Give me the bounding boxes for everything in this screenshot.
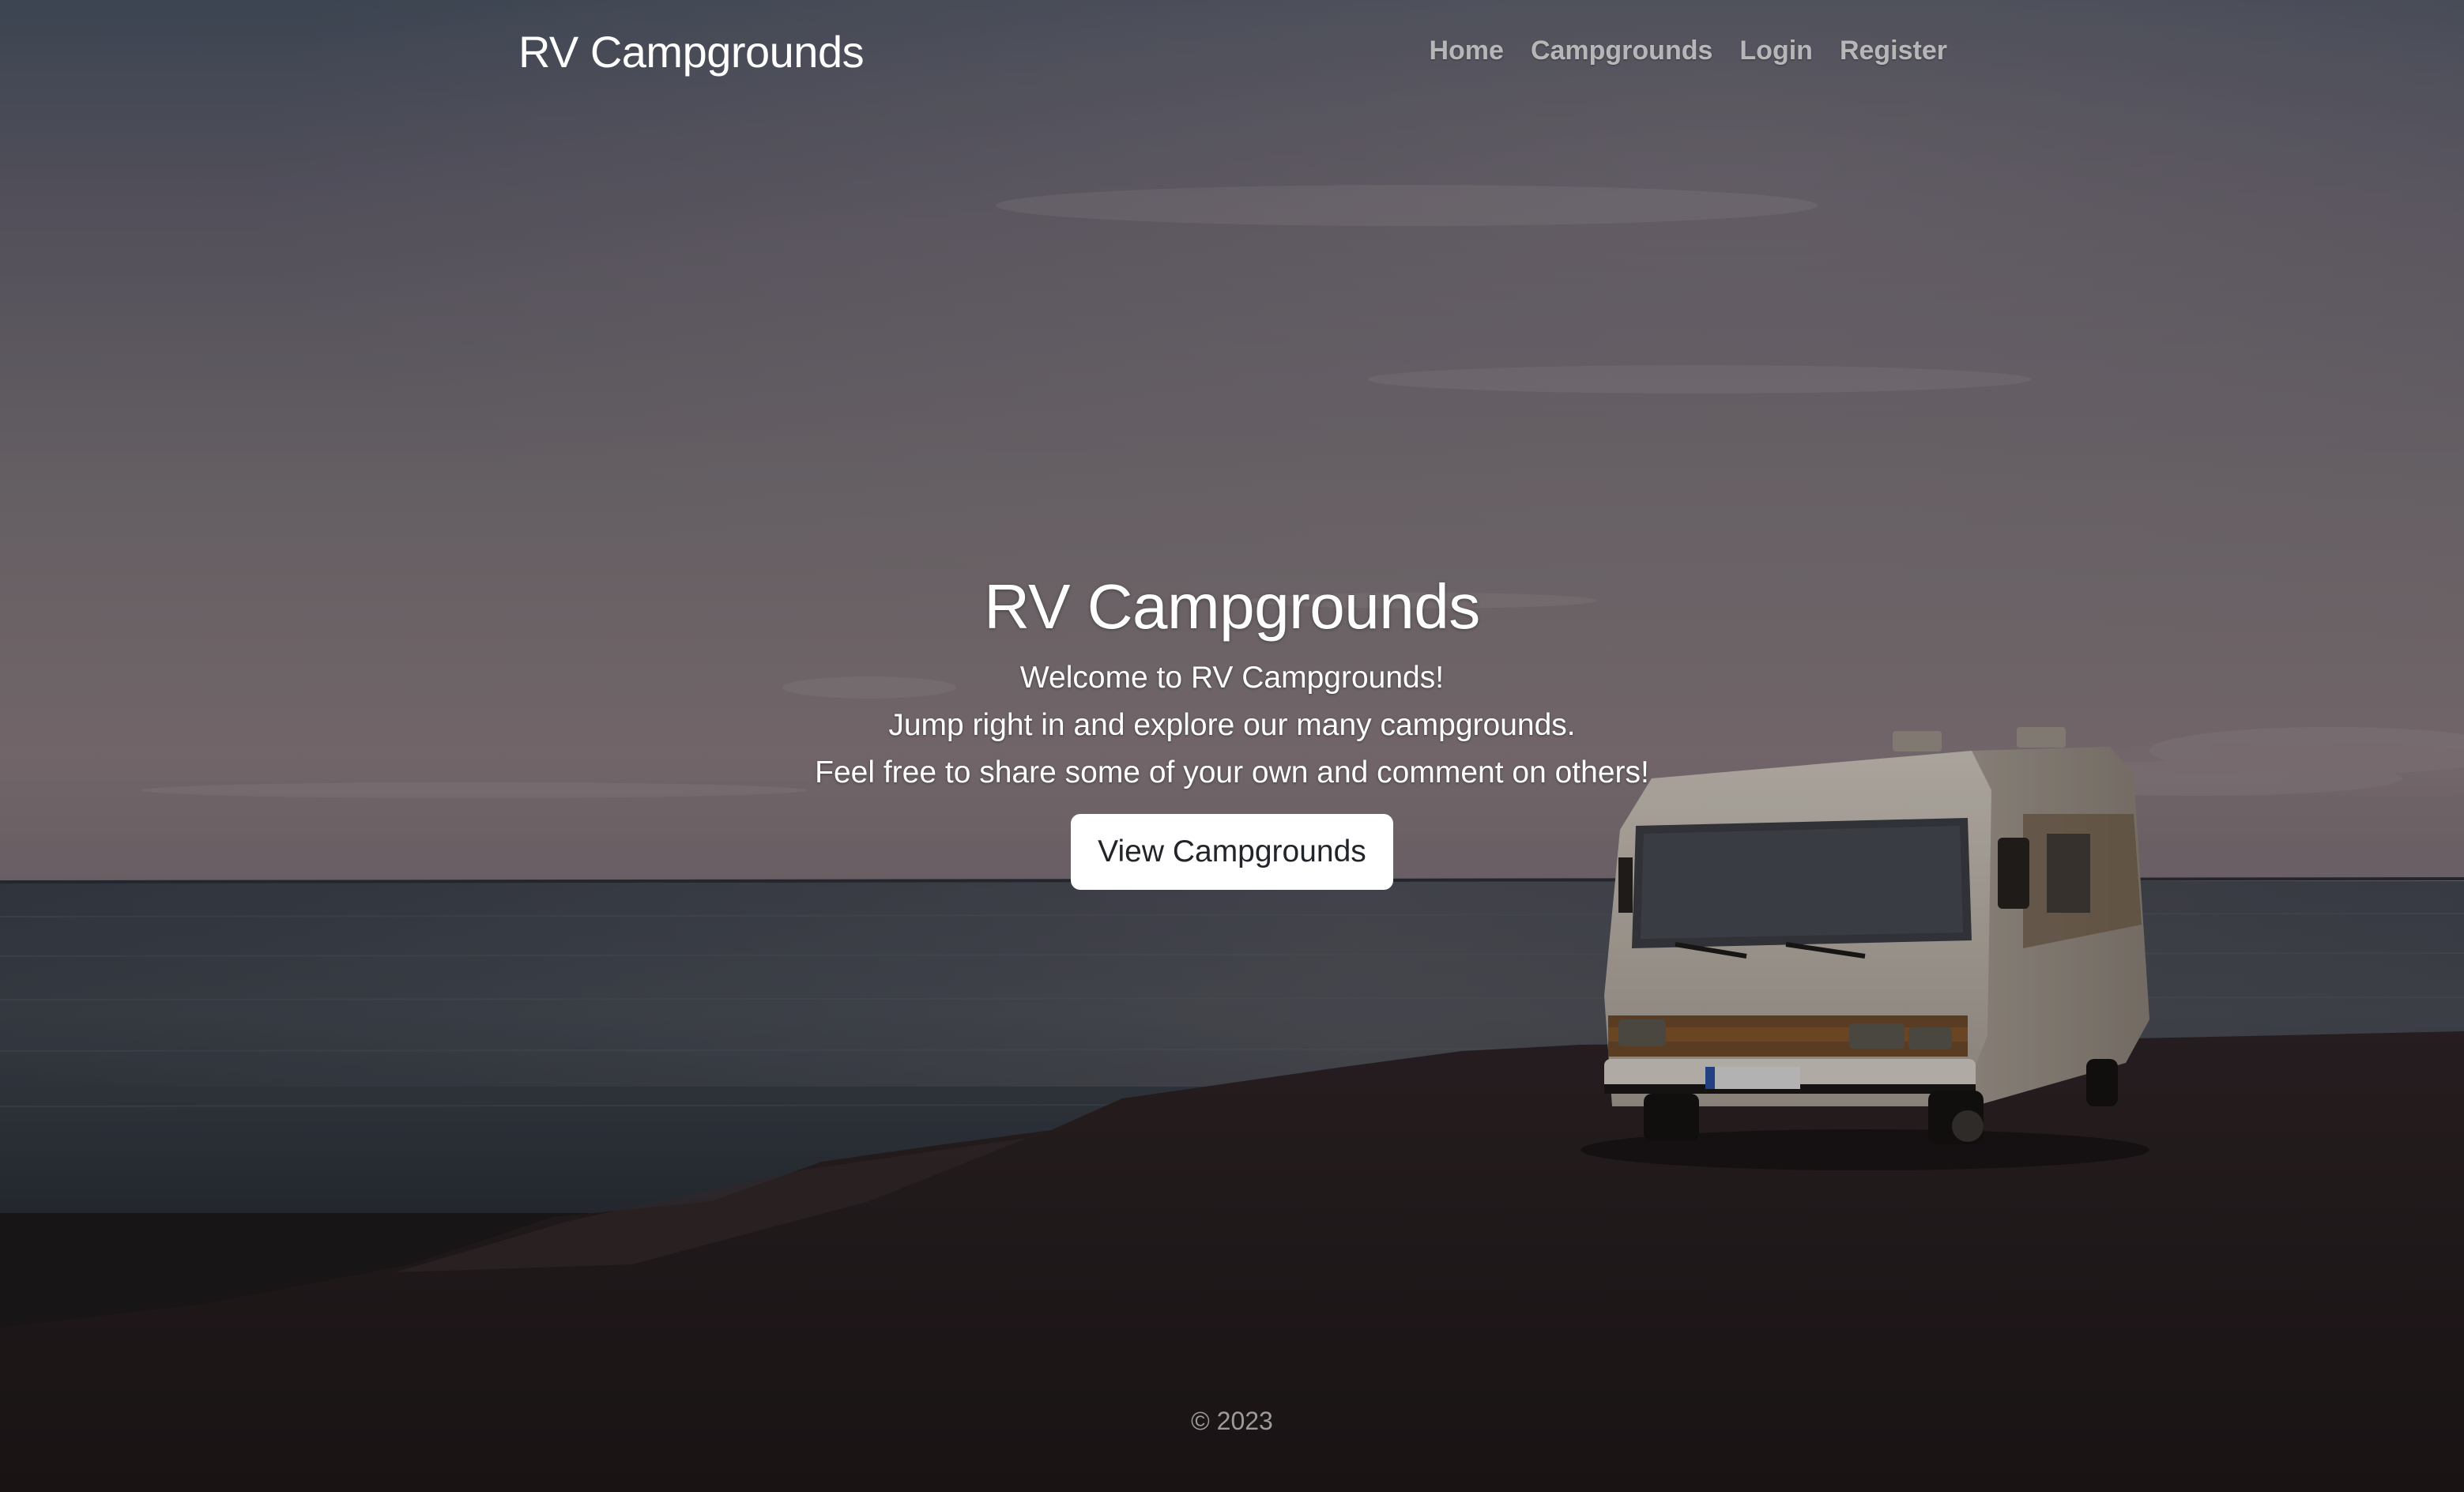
- nav-link-home[interactable]: Home: [1429, 30, 1503, 71]
- hero-title: RV Campgrounds: [984, 571, 1480, 642]
- hero-welcome-text: Welcome to RV Campgrounds!: [1019, 661, 1445, 695]
- main-nav: Home Campgrounds Login Register: [1429, 30, 1947, 71]
- hero-explore-text: Jump right in and explore our many campg…: [888, 708, 1576, 742]
- nav-link-register[interactable]: Register: [1840, 30, 1947, 71]
- hero-share-text: Feel free to share some of your own and …: [815, 755, 1649, 789]
- landing-page: RV Campgrounds Home Campgrounds Login Re…: [0, 0, 2464, 1492]
- site-header: RV Campgrounds Home Campgrounds Login Re…: [0, 0, 2464, 103]
- brand-logo[interactable]: RV Campgrounds: [518, 24, 865, 81]
- view-campgrounds-button[interactable]: View Campgrounds: [1071, 814, 1393, 890]
- nav-link-campgrounds[interactable]: Campgrounds: [1531, 30, 1712, 71]
- nav-link-login[interactable]: Login: [1739, 30, 1813, 71]
- site-footer: © 2023: [0, 1402, 2464, 1440]
- hero-lead: Welcome to RV Campgrounds! Jump right in…: [0, 654, 2464, 797]
- hero-section: RV Campgrounds Welcome to RV Campgrounds…: [0, 569, 2464, 890]
- copyright-text: © 2023: [1191, 1407, 1273, 1435]
